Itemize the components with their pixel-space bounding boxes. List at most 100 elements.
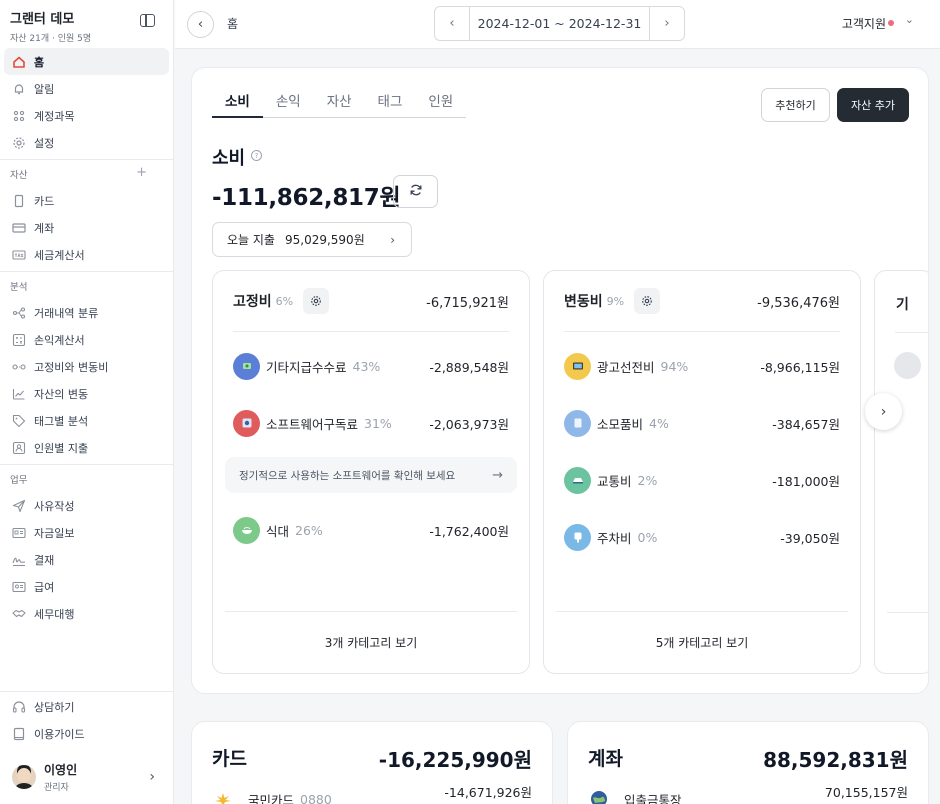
sidebar-item-bank-account[interactable]: 계좌 xyxy=(4,214,169,241)
user-role: 관리자 xyxy=(44,783,69,793)
sidebar-item-fixed-variable[interactable]: 고정비와 변동비 xyxy=(4,353,169,380)
sidebar-item-asset-change[interactable]: 자산의 변동 xyxy=(4,380,169,407)
divider xyxy=(887,612,928,613)
back-button[interactable]: ‹ xyxy=(187,11,214,38)
category-header: 고정비 6% -6,715,921원 xyxy=(233,271,509,332)
list-item[interactable]: 식대 26% -1,762,400원 xyxy=(233,514,509,546)
date-range-display[interactable]: 2024-12-01 ~ 2024-12-31 xyxy=(470,7,649,40)
row-name: 교통비 xyxy=(597,473,632,489)
add-asset-plus-icon[interactable]: + xyxy=(136,165,147,180)
tip-text: 정기적으로 사용하는 소프트웨어를 확인해 보세요 xyxy=(239,469,456,482)
sidebar-item-label: 세금계산서 xyxy=(34,248,85,262)
support-button[interactable]: 고객지원 xyxy=(842,15,886,32)
arrow-right-icon: → xyxy=(492,467,503,483)
software-icon xyxy=(233,409,260,437)
sidebar-item-payroll[interactable]: 급여 xyxy=(4,573,169,600)
row-name: 식대 xyxy=(266,523,290,539)
view-categories-button[interactable]: 3개 카테고리 보기 xyxy=(225,611,517,673)
accounts-amount: 88,592,831원 xyxy=(763,748,908,772)
sidebar-item-label: 카드 xyxy=(34,194,55,208)
sidebar-item-label: 계정과목 xyxy=(34,109,75,123)
row-name: 소프트웨어구독료 xyxy=(266,416,359,432)
sidebar-item-label: 태그별 분석 xyxy=(34,414,89,428)
prev-period-button[interactable]: ‹ xyxy=(435,7,470,40)
sidebar-item-home[interactable]: 홈 xyxy=(4,48,169,75)
income-statement-icon xyxy=(12,333,26,347)
globe-bank-icon xyxy=(588,788,610,804)
row-amount: -2,063,973원 xyxy=(429,416,509,432)
category-settings-button[interactable] xyxy=(634,288,661,314)
refresh-button[interactable] xyxy=(393,175,438,208)
sidebar-item-label: 인원별 지출 xyxy=(34,441,89,455)
sidebar: 그랜터 데모 자산 21개 · 인원 5명 홈 알림 계정과목 설정 자산 + … xyxy=(0,0,174,804)
category-settings-button[interactable] xyxy=(303,288,330,314)
row-amount: -384,657원 xyxy=(772,416,840,432)
row-pct: 2% xyxy=(637,472,658,488)
next-period-button[interactable]: › xyxy=(649,7,684,40)
recommend-button[interactable]: 추천하기 xyxy=(761,88,830,122)
tab-tags[interactable]: 태그 xyxy=(365,90,416,117)
sidebar-item-person-spend[interactable]: 인원별 지출 xyxy=(4,434,169,461)
cards-summary[interactable]: 카드 -16,225,990원 국민카드 0880 -14,671,926원 xyxy=(191,721,553,804)
fixed-variable-icon xyxy=(12,360,26,374)
spending-total: -111,862,817원 xyxy=(212,185,401,211)
accounts-summary[interactable]: 계좌 88,592,831원 입출금통장 70,155,157원 xyxy=(567,721,929,804)
list-item[interactable]: 기타지급수수료 43% -2,889,548원 xyxy=(233,350,509,382)
sidebar-item-accounts[interactable]: 계정과목 xyxy=(4,102,169,129)
sidebar-item-tag-analysis[interactable]: 태그별 분석 xyxy=(4,407,169,434)
view-categories-button[interactable]: 5개 카테고리 보기 xyxy=(556,611,848,673)
add-asset-button[interactable]: 자산 추가 xyxy=(837,88,909,122)
sidebar-item-label: 급여 xyxy=(34,580,55,594)
list-item[interactable]: 국민카드 0880 -14,671,926원 xyxy=(212,785,532,804)
chevron-right-icon: › xyxy=(664,16,670,31)
category-pct: 6% xyxy=(275,294,294,308)
category-card-peek: 기 xyxy=(874,270,928,674)
tab-profit-loss[interactable]: 손익 xyxy=(263,90,314,117)
topbar: ‹ 홈 ‹ 2024-12-01 ~ 2024-12-31 › 고객지원 ⌄ xyxy=(175,0,940,49)
sidebar-toggle-icon[interactable] xyxy=(140,14,155,27)
sidebar-item-label: 사유작성 xyxy=(34,499,75,513)
sidebar-item-alerts[interactable]: 알림 xyxy=(4,75,169,102)
sidebar-item-approval[interactable]: 결재 xyxy=(4,546,169,573)
sidebar-item-label: 거래내역 분류 xyxy=(34,306,99,320)
help-icon[interactable]: ? xyxy=(251,150,262,161)
workspace-header[interactable]: 그랜터 데모 자산 21개 · 인원 5명 xyxy=(0,0,173,48)
tab-spending[interactable]: 소비 xyxy=(212,90,263,118)
list-item[interactable]: 소모품비 4% -384,657원 xyxy=(564,407,840,439)
sidebar-item-reason[interactable]: 사유작성 xyxy=(4,492,169,519)
list-item[interactable]: 광고선전비 94% -8,966,115원 xyxy=(564,350,840,382)
tab-people[interactable]: 인원 xyxy=(415,90,466,117)
list-item[interactable]: 소프트웨어구독료 31% -2,063,973원 xyxy=(233,407,509,439)
sidebar-item-tax-agent[interactable]: 세무대행 xyxy=(4,600,169,627)
row-name: 입출금통장 xyxy=(624,792,682,804)
row-name: 광고선전비 xyxy=(597,359,655,375)
sidebar-item-guide[interactable]: 이용가이드 xyxy=(4,720,169,747)
tab-assets[interactable]: 자산 xyxy=(314,90,365,117)
sidebar-item-settings[interactable]: 설정 xyxy=(4,129,169,156)
carousel-next-button[interactable]: › xyxy=(865,393,902,430)
sidebar-item-label: 결재 xyxy=(34,553,55,567)
chevron-down-icon[interactable]: ⌄ xyxy=(905,13,914,26)
supplies-icon xyxy=(564,409,591,437)
sidebar-item-card[interactable]: 카드 xyxy=(4,187,169,214)
sidebar-item-classify[interactable]: 거래내역 분류 xyxy=(4,299,169,326)
tv-icon xyxy=(564,352,591,380)
list-item[interactable]: 입출금통장 70,155,157원 xyxy=(588,785,908,804)
row-name: 소모품비 xyxy=(597,416,644,432)
fee-icon xyxy=(233,352,260,380)
sidebar-item-tax-invoice[interactable]: 세금계산서 xyxy=(4,241,169,268)
sidebar-item-daily-report[interactable]: 자금일보 xyxy=(4,519,169,546)
user-profile[interactable]: 이영인 관리자 › xyxy=(0,755,173,799)
software-tip-banner[interactable]: 정기적으로 사용하는 소프트웨어를 확인해 보세요 → xyxy=(225,457,517,493)
parking-icon xyxy=(564,523,591,551)
today-spending-button[interactable]: 오늘 지출 95,029,590원 › xyxy=(212,222,412,257)
guide-book-icon xyxy=(12,727,26,741)
sidebar-item-consult[interactable]: 상담하기 xyxy=(4,693,169,720)
classify-icon xyxy=(12,306,26,320)
chevron-right-icon: › xyxy=(880,403,887,420)
list-item[interactable]: 주차비 0% -39,050원 xyxy=(564,521,840,553)
list-item[interactable]: 교통비 2% -181,000원 xyxy=(564,464,840,496)
daily-report-icon xyxy=(12,526,26,540)
row-name: 국민카드 xyxy=(248,792,295,804)
sidebar-item-income-statement[interactable]: 손익계산서 xyxy=(4,326,169,353)
